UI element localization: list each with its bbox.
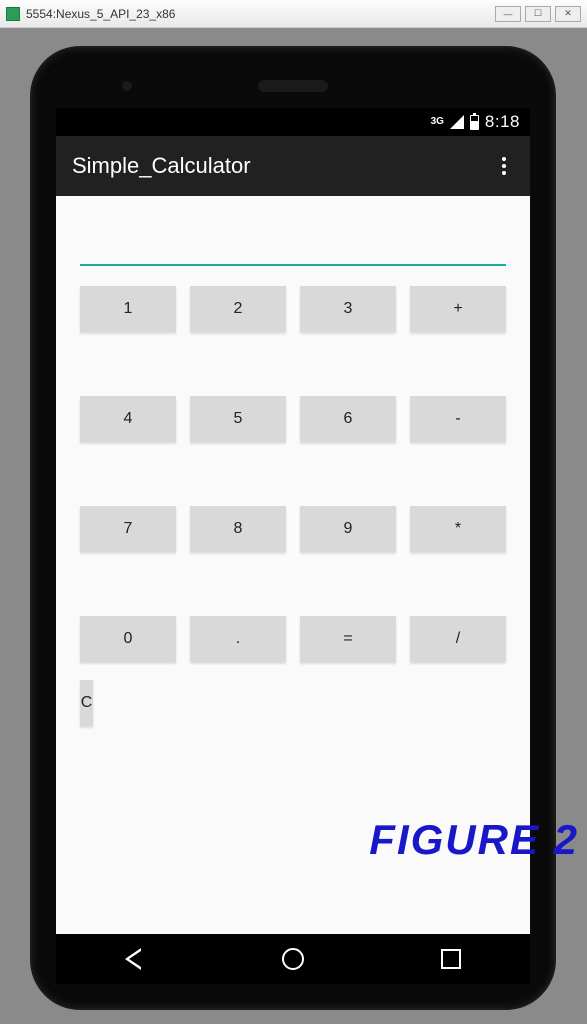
window-controls: — ☐ ✕ xyxy=(495,6,581,22)
decimal-button[interactable]: . xyxy=(190,616,286,662)
calculator-display-input[interactable] xyxy=(80,216,506,266)
digit-7-button[interactable]: 7 xyxy=(80,506,176,552)
phone-earpiece xyxy=(258,80,328,92)
equals-button[interactable]: = xyxy=(300,616,396,662)
emulator-titlebar-left: 5554:Nexus_5_API_23_x86 xyxy=(6,7,175,21)
network-indicator: 3G xyxy=(431,117,444,127)
phone-sensor xyxy=(122,81,132,91)
digit-6-button[interactable]: 6 xyxy=(300,396,396,442)
figure-label: FIGURE 2 xyxy=(369,816,579,864)
emulator-window-title: 5554:Nexus_5_API_23_x86 xyxy=(26,7,175,21)
divide-button[interactable]: / xyxy=(410,616,506,662)
close-button[interactable]: ✕ xyxy=(555,6,581,22)
digit-5-button[interactable]: 5 xyxy=(190,396,286,442)
digit-3-button[interactable]: 3 xyxy=(300,286,396,332)
nav-home-icon[interactable] xyxy=(282,948,304,970)
clear-button[interactable]: C xyxy=(80,680,93,726)
nav-recent-icon[interactable] xyxy=(441,949,461,969)
phone-device-frame: 3G 8:18 Simple_Calculator 1 xyxy=(32,48,554,1008)
emulator-app-icon xyxy=(6,7,20,21)
plus-button[interactable]: + xyxy=(410,286,506,332)
digit-1-button[interactable]: 1 xyxy=(80,286,176,332)
digit-2-button[interactable]: 2 xyxy=(190,286,286,332)
overflow-menu-icon[interactable] xyxy=(494,149,514,183)
battery-icon xyxy=(470,115,479,130)
nav-back-icon[interactable] xyxy=(125,949,145,969)
digit-4-button[interactable]: 4 xyxy=(80,396,176,442)
digit-8-button[interactable]: 8 xyxy=(190,506,286,552)
digit-0-button[interactable]: 0 xyxy=(80,616,176,662)
app-title: Simple_Calculator xyxy=(72,153,251,179)
signal-icon xyxy=(450,115,464,129)
status-time: 8:18 xyxy=(485,112,520,132)
phone-screen: 3G 8:18 Simple_Calculator 1 xyxy=(56,108,530,938)
calculator-button-grid: 1 2 3 + 4 5 6 - 7 8 9 * 0 . xyxy=(80,286,506,662)
android-status-bar: 3G 8:18 xyxy=(56,108,530,136)
app-toolbar: Simple_Calculator xyxy=(56,136,530,196)
minus-button[interactable]: - xyxy=(410,396,506,442)
emulator-titlebar: 5554:Nexus_5_API_23_x86 — ☐ ✕ xyxy=(0,0,587,28)
multiply-button[interactable]: * xyxy=(410,506,506,552)
emulator-body: 3G 8:18 Simple_Calculator 1 xyxy=(0,28,587,1024)
maximize-button[interactable]: ☐ xyxy=(525,6,551,22)
digit-9-button[interactable]: 9 xyxy=(300,506,396,552)
minimize-button[interactable]: — xyxy=(495,6,521,22)
android-nav-bar xyxy=(56,934,530,984)
